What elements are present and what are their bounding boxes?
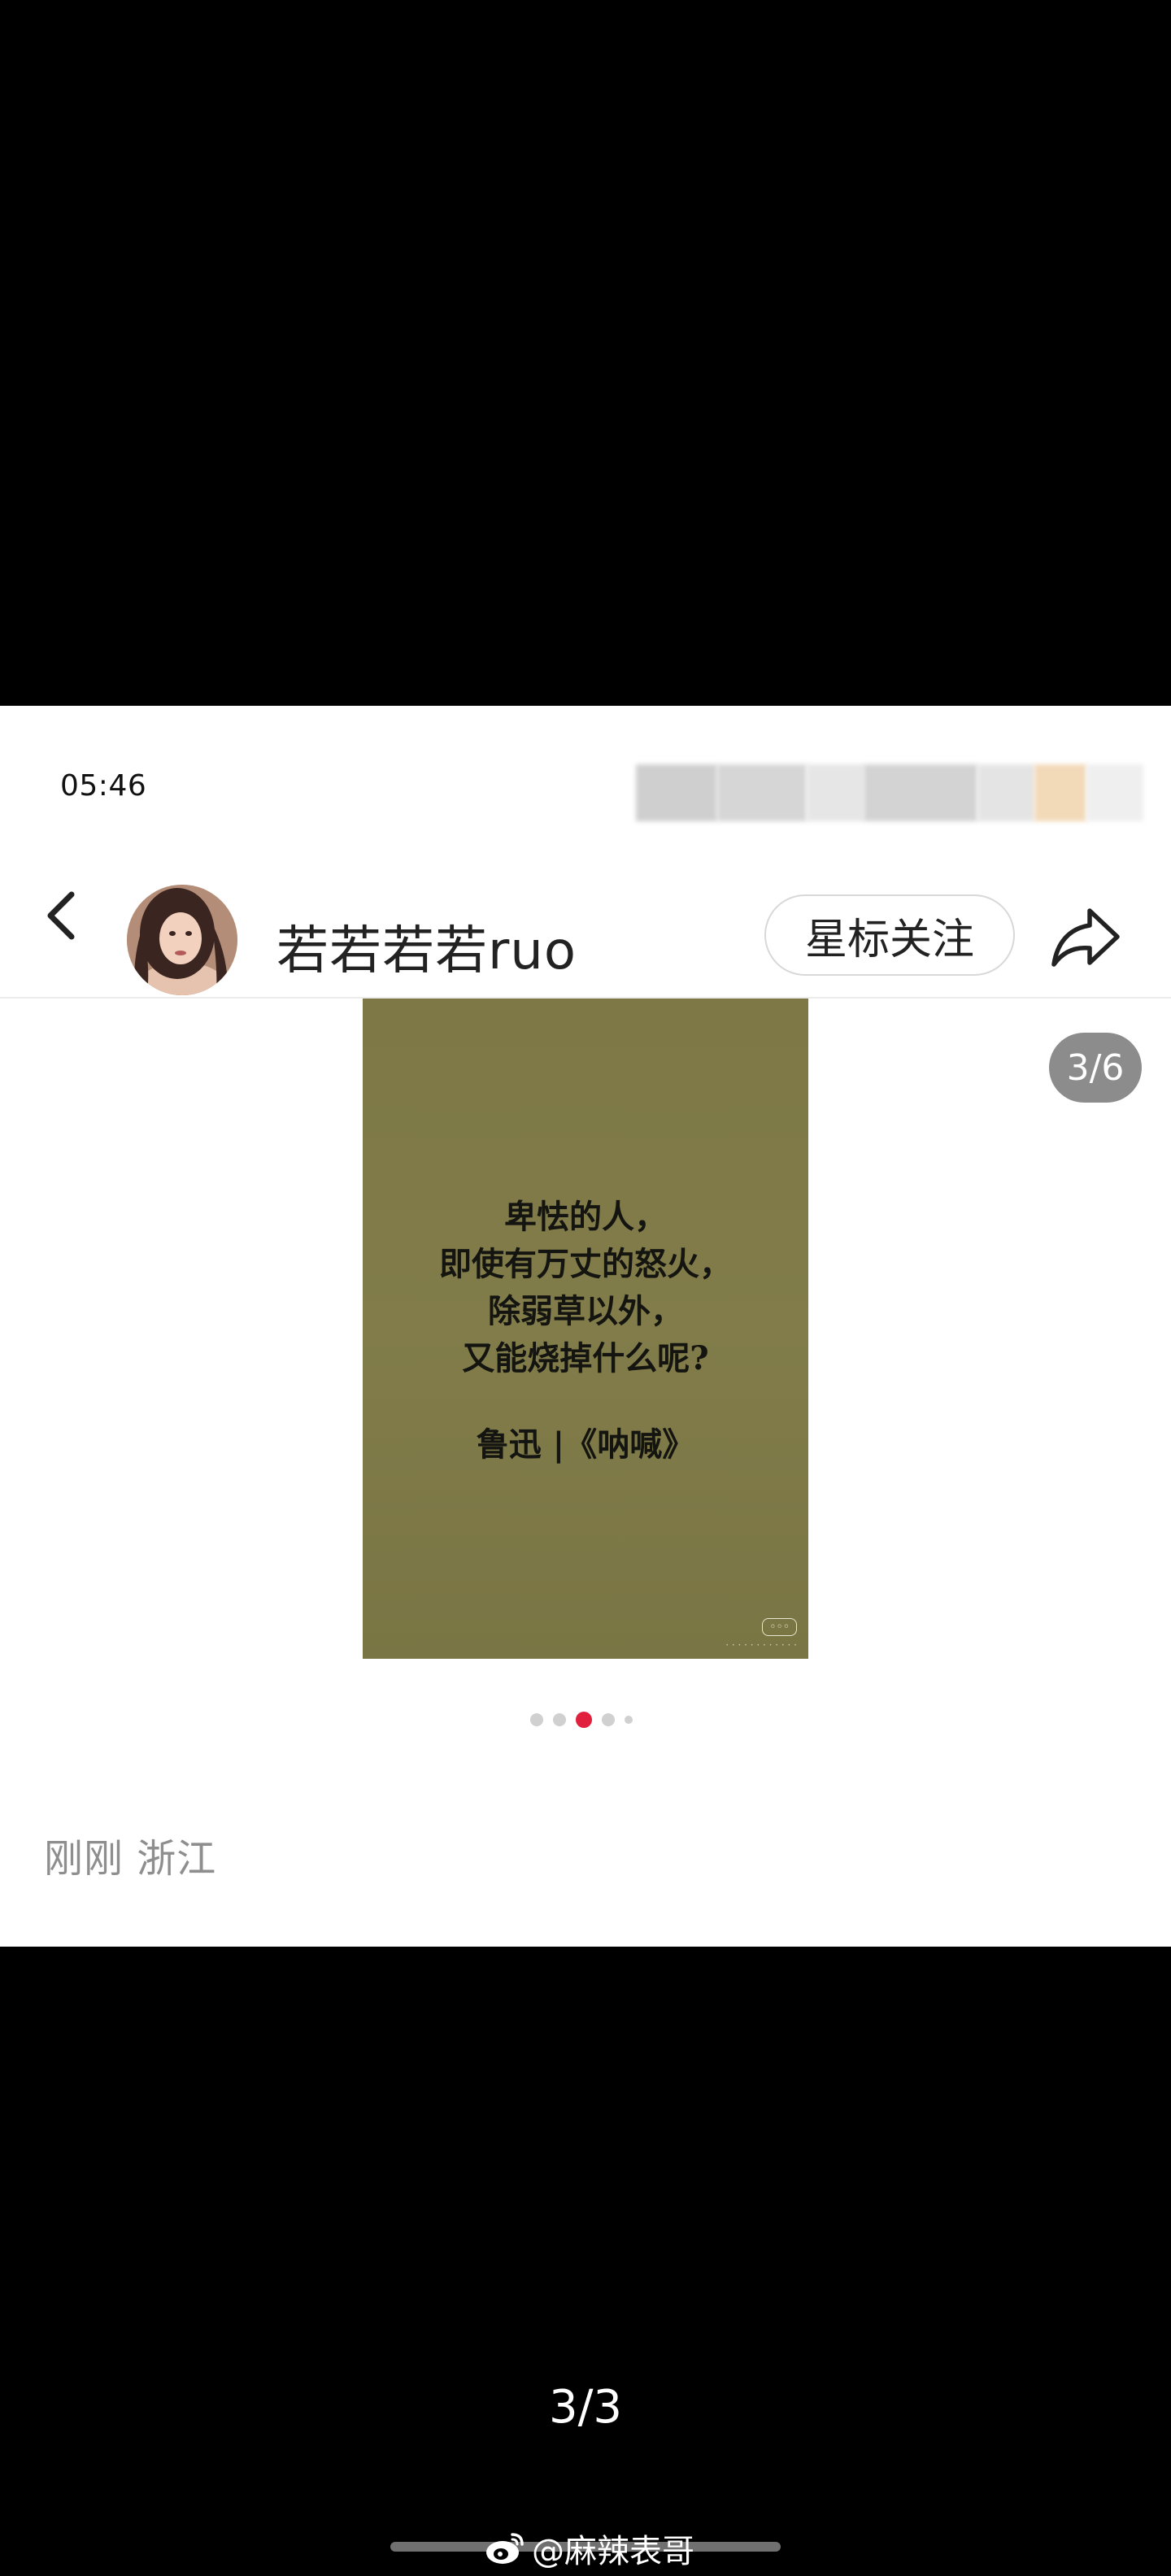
watermark-handle: @麻辣表哥 xyxy=(532,2533,694,2570)
chevron-left-icon xyxy=(47,891,75,940)
carousel-dots xyxy=(520,1708,651,1732)
carousel-dot[interactable] xyxy=(530,1713,543,1726)
back-button[interactable] xyxy=(36,886,94,945)
share-arrow-icon xyxy=(1051,908,1120,967)
quote-poster-image[interactable]: 卑怯的人， 即使有万丈的怒火， 除弱草以外， 又能烧掉什么呢? 鲁迅 |《呐喊》… xyxy=(363,999,808,1659)
weibo-watermark: @麻辣表哥 xyxy=(485,2524,694,2573)
avatar[interactable] xyxy=(127,885,237,995)
blurred-status-icons xyxy=(636,764,1156,821)
carousel-dot[interactable] xyxy=(625,1716,633,1724)
quote-line: 即使有万丈的怒火， xyxy=(439,1245,732,1283)
status-time: 05:46 xyxy=(60,769,147,803)
quote-line: 除弱草以外， xyxy=(488,1292,683,1330)
username[interactable]: 若若若若ruo xyxy=(276,909,577,984)
profile-header: 若若若若ruo 星标关注 xyxy=(0,849,1171,995)
share-button[interactable] xyxy=(1049,903,1122,971)
post-screenshot-card: 05:46 若若若若ruo 星标关注 卑怯的人， 即使有万丈的怒火， 除弱草以外… xyxy=(0,706,1171,1947)
post-time-location: 刚刚 浙江 xyxy=(44,1836,217,1882)
status-bar: 05:46 xyxy=(0,706,1171,849)
carousel-dot-active[interactable] xyxy=(576,1712,592,1728)
avatar-photo xyxy=(127,885,237,995)
poster-footer-mark: · · · · · · · · · · · · xyxy=(725,1639,797,1651)
poster-logo-mark: ◦◦◦ xyxy=(762,1618,797,1636)
page-indicator-badge: 3/6 xyxy=(1049,1033,1142,1103)
quote-line: 又能烧掉什么呢? xyxy=(462,1339,709,1377)
image-viewer[interactable]: 卑怯的人， 即使有万丈的怒火， 除弱草以外， 又能烧掉什么呢? 鲁迅 |《呐喊》… xyxy=(0,999,1171,1893)
weibo-logo-icon xyxy=(486,2533,524,2564)
poster-source: 鲁迅 |《呐喊》 xyxy=(476,1425,695,1464)
carousel-dot[interactable] xyxy=(553,1713,566,1726)
carousel-dot[interactable] xyxy=(602,1713,615,1726)
poster-quote: 卑怯的人， 即使有万丈的怒火， 除弱草以外， 又能烧掉什么呢? xyxy=(363,1194,808,1382)
quote-line: 卑怯的人， xyxy=(504,1198,667,1236)
image-counter: 3/3 xyxy=(548,2381,623,2434)
star-follow-button[interactable]: 星标关注 xyxy=(764,894,1015,976)
